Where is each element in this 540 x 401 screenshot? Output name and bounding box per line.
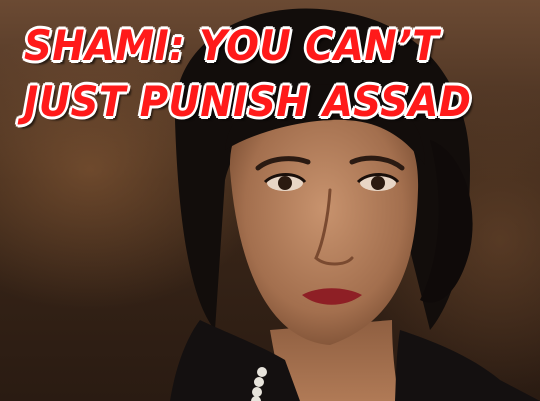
face [229, 97, 419, 346]
headline-line-1: SHAMI: YOU CAN’T [24, 21, 440, 70]
left-iris [278, 176, 292, 190]
meme-image: SHAMI: YOU CAN’T JUST PUNISH ASSAD [0, 0, 540, 401]
headline: SHAMI: YOU CAN’T JUST PUNISH ASSAD [24, 18, 471, 130]
headline-line-2: JUST PUNISH ASSAD [24, 77, 472, 126]
right-iris [371, 176, 385, 190]
